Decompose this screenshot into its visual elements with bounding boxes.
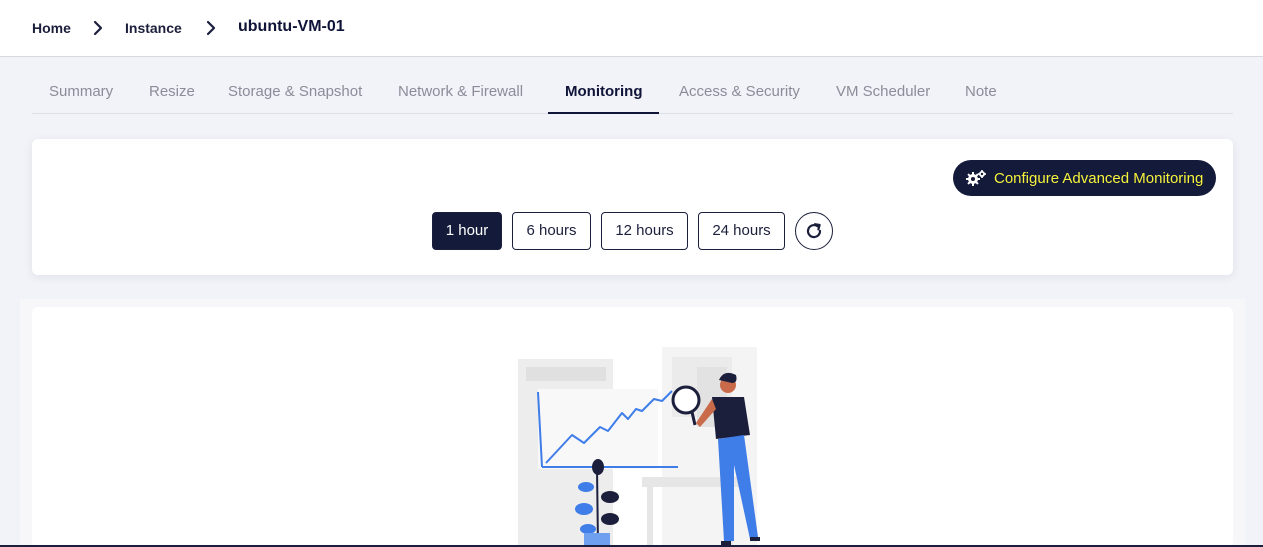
configure-advanced-monitoring-label: Configure Advanced Monitoring bbox=[994, 169, 1204, 187]
breadcrumb-instance[interactable]: Instance bbox=[125, 19, 182, 37]
tab-resize[interactable]: Resize bbox=[132, 76, 212, 114]
analytics-illustration bbox=[518, 347, 760, 547]
breadcrumb-home[interactable]: Home bbox=[32, 19, 71, 37]
range-1-hour-button[interactable]: 1 hour bbox=[432, 212, 502, 250]
tab-access-security[interactable]: Access & Security bbox=[662, 76, 817, 114]
tab-storage-snapshot[interactable]: Storage & Snapshot bbox=[211, 76, 380, 114]
tab-network-firewall[interactable]: Network & Firewall bbox=[381, 76, 541, 114]
refresh-button[interactable] bbox=[795, 212, 833, 250]
instance-tabs: Summary Resize Storage & Snapshot Networ… bbox=[32, 76, 1233, 114]
range-6-hours-button[interactable]: 6 hours bbox=[512, 212, 591, 250]
monitoring-controls-card: Configure Advanced Monitoring 1 hour 6 h… bbox=[32, 139, 1233, 275]
monitoring-chart-card bbox=[32, 307, 1233, 547]
tab-note[interactable]: Note bbox=[948, 76, 1014, 114]
chevron-right-icon bbox=[206, 20, 216, 36]
refresh-icon bbox=[806, 223, 822, 239]
top-bar: Home Instance ubuntu-VM-01 bbox=[0, 0, 1263, 57]
tab-vm-scheduler[interactable]: VM Scheduler bbox=[819, 76, 948, 114]
chevron-right-icon bbox=[93, 20, 103, 36]
tab-monitoring[interactable]: Monitoring bbox=[548, 76, 660, 114]
breadcrumb-current: ubuntu-VM-01 bbox=[238, 18, 345, 35]
gears-icon bbox=[966, 170, 986, 186]
tab-summary[interactable]: Summary bbox=[32, 76, 131, 114]
configure-advanced-monitoring-button[interactable]: Configure Advanced Monitoring bbox=[953, 160, 1216, 196]
range-12-hours-button[interactable]: 12 hours bbox=[601, 212, 688, 250]
range-24-hours-button[interactable]: 24 hours bbox=[698, 212, 785, 250]
